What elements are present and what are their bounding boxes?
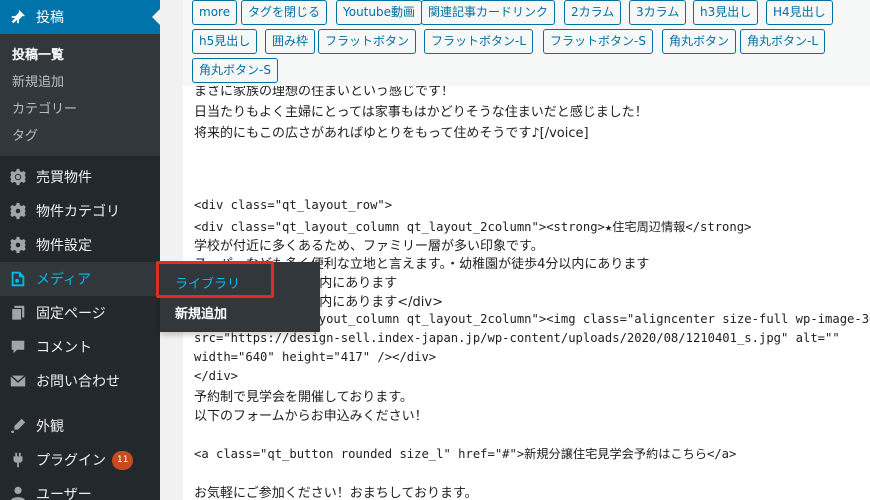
menu-property-settings-label: 物件設定 (36, 238, 92, 254)
plugin-update-badge: 11 (112, 450, 134, 470)
qt-h4-button[interactable]: H4見出し (766, 0, 833, 25)
submenu-all-posts[interactable]: 投稿一覧 (0, 42, 160, 69)
qt-rounded-button[interactable]: 角丸ボタン (662, 29, 737, 54)
text-editor[interactable]: more タグを閉じる Youtube動画 関連記事カードリンク 2カラム 3カ… (183, 0, 870, 500)
menu-contact[interactable]: お問い合わせ (0, 364, 160, 398)
content-line: 日当たりもよく主婦にとっては家事もはかどりそうな住まいだと感じました！ (194, 105, 648, 120)
qt-3column-button[interactable]: 3カラム (629, 0, 687, 25)
qt-close-tags-button[interactable]: タグを閉じる (241, 0, 328, 25)
menu-plugins[interactable]: プラグイン 11 (0, 443, 160, 477)
qt-rounded-button-l[interactable]: 角丸ボタン-L (740, 29, 826, 54)
qt-related-card-button[interactable]: 関連記事カードリンク (421, 0, 556, 25)
media-flyout-menu: ライブラリ 新規追加 (160, 262, 320, 332)
content-line: まさに家族の理想の住まいという感じです！ (194, 86, 455, 99)
qt-rounded-button-s[interactable]: 角丸ボタン-S (192, 58, 278, 83)
menu-media[interactable]: メディア (0, 262, 160, 296)
pin-icon (0, 0, 36, 34)
menu-property-category[interactable]: 物件カテゴリ (0, 194, 160, 228)
menu-appearance-label: 外観 (36, 419, 64, 435)
qt-2column-button[interactable]: 2カラム (564, 0, 622, 25)
menu-appearance[interactable]: 外観 (0, 409, 160, 443)
flyout-add-new[interactable]: 新規追加 (175, 303, 227, 322)
content-line: 将来的にもこの広さがあればゆとりをもって住めそうです♪[/voice] (194, 126, 589, 141)
menu-posts-row[interactable]: 投稿 (0, 0, 160, 34)
menu-media-label: メディア (36, 272, 92, 288)
gear-icon (0, 160, 36, 194)
menu-users[interactable]: ユーザー (0, 477, 160, 500)
menu-users-label: ユーザー (36, 487, 92, 500)
content-line: width="640" height="417" /></div> (194, 350, 437, 364)
qt-box-button[interactable]: 囲み枠 (265, 29, 316, 54)
content-line: 以下のフォームからお申込みください！ (194, 409, 428, 424)
menu-comments-label: コメント (36, 340, 92, 356)
menu-pages[interactable]: 固定ページ (0, 296, 160, 330)
menu-sale-properties-label: 売買物件 (36, 170, 92, 186)
content-line: <a class="qt_button rounded size_l" href… (194, 447, 737, 461)
menu-pages-label: 固定ページ (36, 306, 106, 322)
content-line: 予約制で見学会を開催しております。 (194, 390, 413, 405)
menu-comments[interactable]: コメント (0, 330, 160, 364)
current-menu-arrow (152, 9, 160, 25)
appearance-icon (0, 409, 36, 443)
menu-posts[interactable]: 投稿 (0, 0, 160, 34)
qt-h3-button[interactable]: h3見出し (693, 0, 759, 25)
submenu-categories[interactable]: カテゴリー (0, 96, 160, 123)
content-line: お気軽にご参加ください！おまちしております。 (194, 486, 478, 500)
content-line: 学校が付近に多くあるため、ファミリー層が多い印象です。 (194, 239, 544, 254)
qt-more-button[interactable]: more (192, 0, 238, 25)
qt-youtube-button[interactable]: Youtube動画 (336, 0, 422, 25)
admin-sidebar: 投稿 投稿一覧 新規追加 カテゴリー タグ 売買物件 物件カテゴリ 物件設定 メ… (0, 0, 160, 500)
qt-flat-button-s[interactable]: フラットボタン-S (543, 29, 653, 54)
menu-contact-label: お問い合わせ (36, 374, 120, 390)
qt-flat-button[interactable]: フラットボタン (318, 29, 417, 54)
mail-icon (0, 364, 36, 398)
menu-plugins-label: プラグイン (36, 453, 106, 469)
menu-property-category-label: 物件カテゴリ (36, 204, 120, 220)
pages-icon (0, 296, 36, 330)
content-line: <div class="qt_layout_column qt_layout_2… (194, 220, 752, 234)
qt-h5-button[interactable]: h5見出し (192, 29, 258, 54)
posts-submenu: 投稿一覧 新規追加 カテゴリー タグ (0, 34, 160, 156)
content-line: <div class="qt_layout_row"> (194, 198, 393, 212)
media-icon (0, 262, 36, 296)
menu-property-settings[interactable]: 物件設定 (0, 228, 160, 262)
flyout-library[interactable]: ライブラリ (175, 273, 240, 292)
qt-flat-button-l[interactable]: フラットボタン-L (424, 29, 534, 54)
menu-sale-properties[interactable]: 売買物件 (0, 160, 160, 194)
submenu-add-new[interactable]: 新規追加 (0, 69, 160, 96)
content-line: </div> (194, 369, 239, 383)
gear-icon (0, 228, 36, 262)
menu-posts-label: 投稿 (36, 10, 64, 26)
user-icon (0, 477, 36, 500)
gear-icon (0, 194, 36, 228)
content-line: src="https://design-sell.index-japan.jp/… (194, 331, 840, 345)
submenu-tags[interactable]: タグ (0, 123, 160, 150)
comment-icon (0, 330, 36, 364)
plugin-icon (0, 443, 36, 477)
quicktags-toolbar: more タグを閉じる Youtube動画 関連記事カードリンク 2カラム 3カ… (183, 0, 870, 86)
